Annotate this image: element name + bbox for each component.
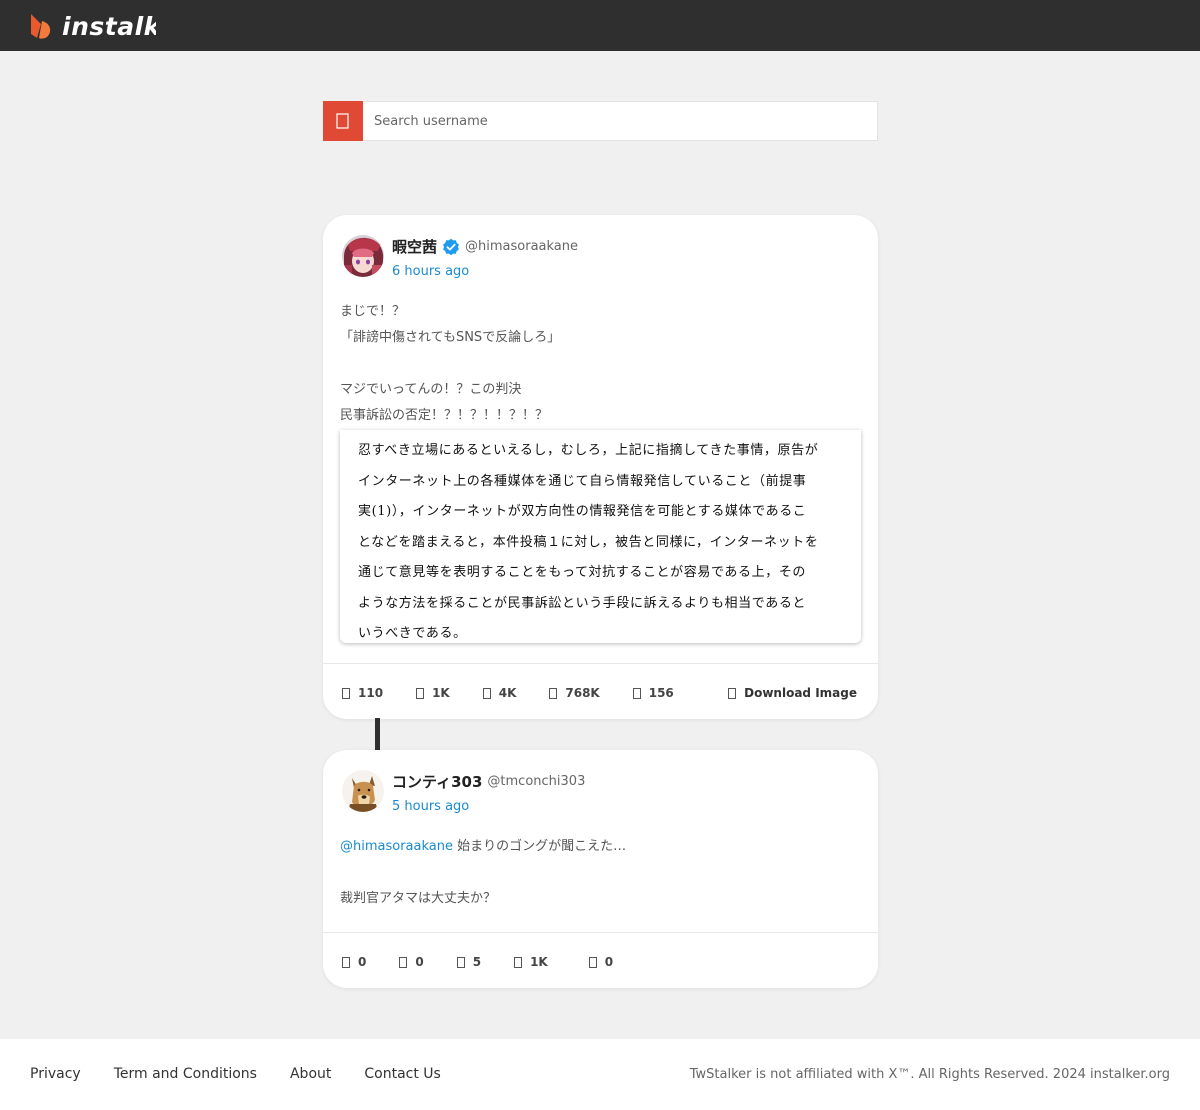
divider [323, 663, 878, 664]
search-button[interactable] [323, 101, 363, 141]
retweet-icon [399, 956, 408, 968]
thread-connector [375, 718, 380, 750]
copyright-text: TwStalker is not affiliated with X™. All… [689, 1067, 1170, 1082]
image-text-line: 忍すべき立場にあるといえるし，むしろ，上記に指摘してきた事情，原告が [358, 443, 819, 458]
post-stats: 110 1K 4K 768K 156 [342, 686, 674, 700]
logo-text: instalk [62, 11, 156, 41]
search-bar [323, 101, 878, 141]
post-card: コンティ303 @tmconchi303 5 hours ago @himaso… [323, 750, 878, 988]
image-text-line: インターネット上の各種媒体を通じて自ら情報発信していること（前提事 [358, 473, 807, 489]
divider [323, 932, 878, 933]
post-time[interactable]: 6 hours ago [392, 264, 469, 279]
post-text-line: マジでいってんの！？この判決 [340, 382, 522, 397]
post-text-line: 「誹謗中傷されてもSNSで反論しろ」 [340, 330, 561, 345]
post-text-line [340, 860, 626, 886]
views-stat[interactable]: 768K [549, 686, 600, 700]
download-image-button[interactable]: Download Image [728, 686, 857, 700]
post-header: コンティ303 @tmconchi303 [392, 771, 585, 792]
bookmark-icon [588, 956, 597, 968]
reply-stat[interactable]: 0 [342, 955, 366, 969]
search-input[interactable] [363, 102, 877, 140]
post-header: 暇空茜 @himasoraakane [392, 236, 578, 257]
image-text-line: となどを踏まえると，本件投稿１に対し，被告と同様に，インターネットを [358, 534, 819, 550]
footer-links: Privacy Term and Conditions About Contac… [30, 1066, 474, 1082]
search-icon [336, 113, 349, 129]
top-bar: instalk [0, 0, 1200, 51]
logo-icon [31, 14, 51, 39]
image-text-line: ような方法を採ることが民事訴訟という手段に訴えるよりも相当であると [358, 595, 807, 611]
post-card: 暇空茜 @himasoraakane 6 hours ago まじで！？ 「誹謗… [323, 215, 878, 719]
download-icon [728, 687, 737, 699]
post-stats: 0 0 5 1K 0 [342, 955, 613, 969]
bookmark-icon [632, 687, 641, 699]
post-text-line: @himasoraakane 始まりのゴングが聞こえた… [340, 839, 627, 854]
avatar[interactable] [342, 235, 384, 277]
like-stat[interactable]: 4K [482, 686, 516, 700]
reply-icon [342, 956, 350, 968]
views-stat[interactable]: 1K [514, 955, 548, 969]
post-text-line: まじで！？ [340, 304, 406, 319]
logo[interactable]: instalk [28, 11, 156, 41]
reply-icon [342, 687, 350, 699]
like-stat[interactable]: 5 [456, 955, 481, 969]
retweet-stat[interactable]: 0 [399, 955, 424, 969]
image-text-line: 通じて意見等を表明することをもって対抗することが容易である上，その [358, 565, 807, 580]
views-icon [549, 687, 558, 699]
display-name[interactable]: コンティ303 [392, 771, 482, 792]
post-text-line: 裁判官アタマは大丈夫か？ [340, 891, 497, 906]
bookmark-stat[interactable]: 156 [632, 686, 674, 700]
footer: Privacy Term and Conditions About Contac… [0, 1039, 1200, 1110]
post-text: @himasoraakane 始まりのゴングが聞こえた… 裁判官アタマは大丈夫か… [340, 834, 626, 912]
post-text-line [340, 351, 560, 377]
like-icon [482, 687, 491, 699]
image-text-line: いうべきである。 [358, 626, 467, 641]
username-handle[interactable]: @himasoraakane [465, 239, 578, 254]
display-name[interactable]: 暇空茜 [392, 236, 437, 257]
verified-badge-icon [442, 238, 460, 256]
avatar[interactable] [342, 770, 384, 812]
footer-link-privacy[interactable]: Privacy [30, 1066, 81, 1082]
post-time[interactable]: 5 hours ago [392, 799, 469, 814]
post-text: まじで！？ 「誹謗中傷されてもSNSで反論しろ」 マジでいってんの！？この判決 … [340, 299, 560, 429]
reply-stat[interactable]: 110 [342, 686, 383, 700]
username-handle[interactable]: @tmconchi303 [487, 774, 585, 789]
views-icon [514, 956, 523, 968]
retweet-stat[interactable]: 1K [416, 686, 450, 700]
mention-link[interactable]: @himasoraakane [340, 839, 453, 854]
footer-link-terms[interactable]: Term and Conditions [114, 1066, 257, 1082]
footer-link-contact[interactable]: Contact Us [364, 1066, 440, 1082]
footer-link-about[interactable]: About [290, 1066, 331, 1082]
post-text-line: 民事訴訟の否定！？！？！！？！？ [340, 408, 549, 423]
like-icon [456, 956, 465, 968]
post-image[interactable]: 忍すべき立場にあるといえるし，むしろ，上記に指摘してきた事情，原告が インターネ… [340, 430, 861, 643]
bookmark-stat[interactable]: 0 [588, 955, 613, 969]
image-text-line: 実(1)），インターネットが双方向性の情報発信を可能とする媒体であるこ [358, 504, 807, 519]
retweet-icon [416, 687, 425, 699]
